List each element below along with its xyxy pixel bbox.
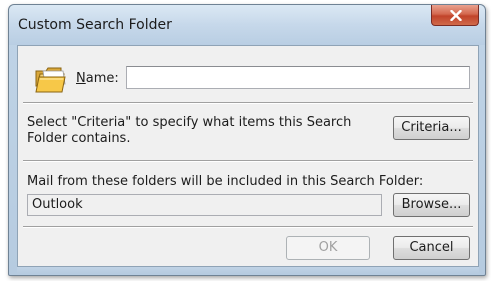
criteria-button[interactable]: Criteria...: [393, 116, 470, 140]
custom-search-folder-dialog: Custom Search Folder Name: Select "Crite…: [8, 4, 486, 276]
name-label: Name:: [76, 71, 119, 86]
criteria-description: Select "Criteria" to specify what items …: [27, 115, 352, 146]
close-button[interactable]: [431, 5, 479, 26]
name-input[interactable]: [126, 66, 470, 89]
browse-button[interactable]: Browse...: [393, 193, 470, 217]
title-bar[interactable]: Custom Search Folder: [9, 5, 485, 45]
search-folder-icon: [35, 67, 66, 93]
dialog-body: Name: Select "Criteria" to specify what …: [17, 45, 479, 267]
ok-button[interactable]: OK: [286, 236, 370, 260]
window-frame-bottom: [17, 267, 479, 273]
folders-description: Mail from these folders will be included…: [27, 174, 424, 189]
divider: [23, 102, 473, 104]
divider: [23, 226, 473, 228]
folders-field: Outlook: [27, 194, 382, 216]
close-x-icon: [450, 10, 462, 21]
dialog-title: Custom Search Folder: [18, 17, 172, 33]
cancel-button[interactable]: Cancel: [393, 236, 470, 260]
divider: [23, 160, 473, 162]
